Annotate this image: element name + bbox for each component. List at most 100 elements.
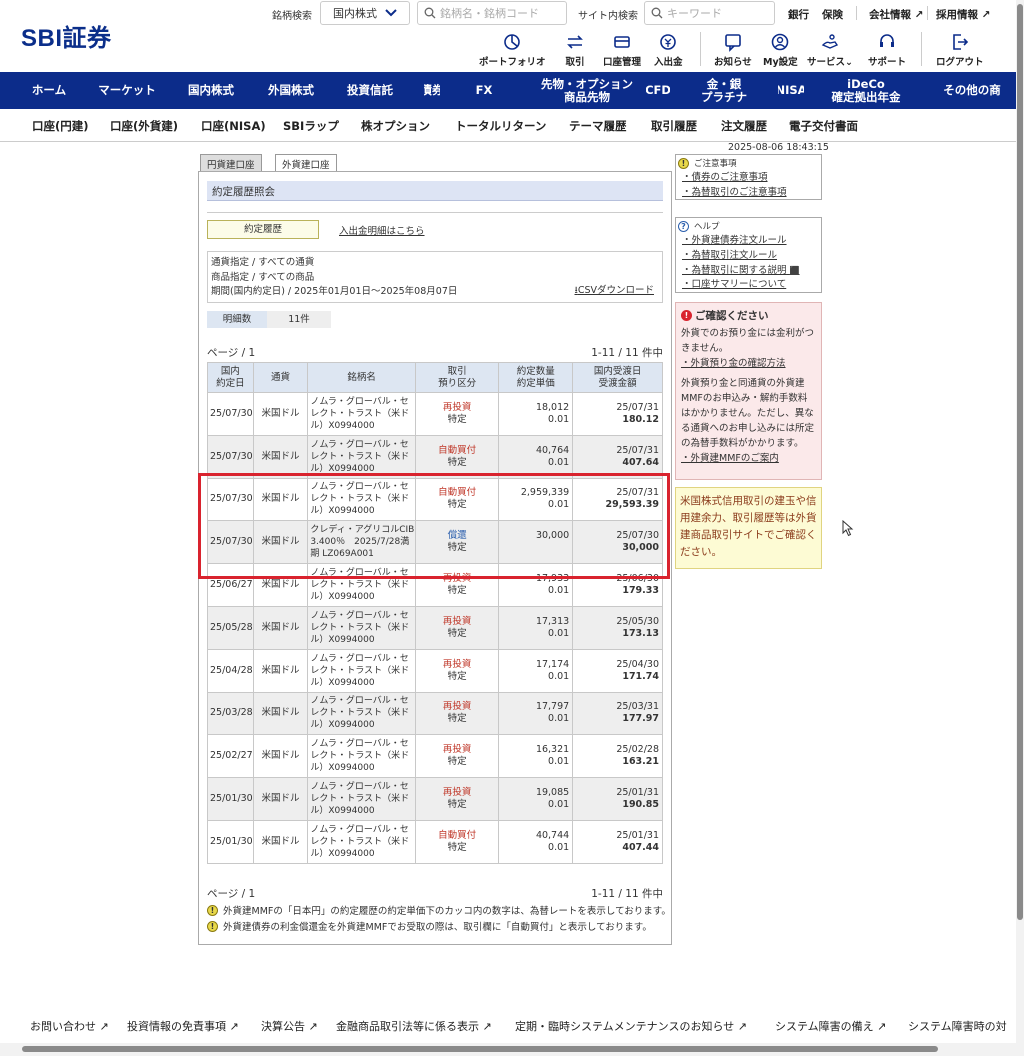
external-link-icon: ↗ [308,1020,318,1033]
subnav-account-jpy[interactable]: 口座(円建) [32,118,89,134]
subnav-e-documents[interactable]: 電子交付書面 [789,118,858,134]
gnav-bond[interactable]: 債券 [424,72,440,109]
settlement-date: 25/01/31 [616,829,659,841]
gnav-cfd[interactable]: CFD [646,72,670,109]
nav-my-settings[interactable]: My設定 [763,32,798,68]
nav-notice-label: お知らせ [714,57,752,68]
table-row: 25/05/28 米国ドル ノムラ・グローバル・セレクト・トラスト（米ドル）X099… [207,605,663,650]
trade-type: 再投資 [442,744,472,756]
help-link-fx-explanation[interactable]: ・為替取引に関する説明 ⬛ [676,264,821,279]
divider [207,212,663,213]
nav-support-label: サポート [868,57,907,68]
nav-notice[interactable]: お知らせ [714,32,752,68]
subnav-account-foreign[interactable]: 口座(外貨建) [110,118,178,134]
nav-portfolio-label: ポートフォリオ [479,57,546,68]
market-select[interactable]: 国内株式 [320,1,410,25]
gnav-investment-trust[interactable]: 投資信託 [316,72,424,109]
vertical-scrollbar-thumb[interactable] [1017,4,1023,920]
footer-link-outage[interactable]: システム障害時の対 [908,1018,1007,1034]
gnav-futures[interactable]: 先物・オプション 商品先物 [528,72,646,109]
confirm-link-mmf[interactable]: ・外貨建MMFのご案内 [676,451,821,466]
gnav-fx[interactable]: FX [440,72,528,109]
trade-icon [567,35,583,49]
cell-currency: 米国ドル [252,777,309,821]
footer-link-fiea[interactable]: 金融商品取引法等に係る表示 ↗ [336,1018,492,1034]
subnav-trade-history[interactable]: 取引履歴 [651,118,697,134]
stock-search-placeholder: 銘柄名・銘柄コード [440,7,539,20]
nav-trade[interactable]: 取引 [565,32,585,68]
footer-link-settlement[interactable]: 決算公告 ↗ [261,1018,318,1034]
confirm-link-check[interactable]: ・外貨預り金の確認方法 [676,356,821,371]
csv-download-link[interactable]: ⭳CSVダウンロード [575,284,655,299]
cell-currency: 米国ドル [252,605,309,650]
toplink-recruit[interactable]: 採用情報 ↗ [936,7,990,22]
horizontal-scrollbar-thumb[interactable] [22,1046,938,1052]
cell-trade-type: 再投資 特定 [414,734,500,779]
gnav-market[interactable]: マーケット [98,72,156,109]
caution-link-bond[interactable]: ・債券のご注意事項 [676,171,821,186]
footer-link-disclaimer[interactable]: 投資情報の免責事項 ↗ [127,1018,239,1034]
global-nav: ホーム マーケット 国内株式 外国株式 投資信託 債券 FX 先物・オプション … [0,72,1016,109]
subnav-total-return[interactable]: トータルリターン [455,118,546,134]
stock-search-input[interactable]: 銘柄名・銘柄コード [417,1,567,25]
nav-service[interactable]: サービス⌄ [807,32,853,68]
help-link-bond-rules-label: 外貨建債券注文ルール [691,235,787,246]
cell-qty-price: 40,764 0.01 [498,434,574,479]
trade-history-tab-button[interactable]: 約定履歴 [207,220,319,239]
site-search-input[interactable]: キーワード [644,1,775,25]
subnav-theme-history[interactable]: テーマ履歴 [569,118,627,134]
subnav-sbi-wrap[interactable]: SBIラップ [283,118,339,134]
portfolio-icon [504,34,521,50]
unit-price: 0.01 [548,585,570,597]
deposit-details-link[interactable]: 入出金明細はこちら [339,223,425,237]
cell-trade-date: 25/01/30 [207,777,254,821]
caution-link-fx[interactable]: ・為替取引のご注意事項 [676,186,821,201]
subnav-stock-option[interactable]: 株オプション [361,118,430,134]
gnav-domestic-stock[interactable]: 国内株式 [156,72,266,109]
gnav-home[interactable]: ホーム [0,72,98,109]
warning-icon: ! [678,157,689,169]
gnav-foreign-stock[interactable]: 外国株式 [266,72,316,109]
nav-deposit[interactable]: 入出金 [654,32,683,68]
cell-currency: 米国ドル [252,819,309,864]
nav-support[interactable]: サポート [868,32,906,68]
cell-trade-date: 25/05/28 [207,605,254,650]
footer-link-maintenance[interactable]: 定期・臨時システムメンテナンスのお知らせ ↗ [515,1018,747,1034]
gnav-ideco[interactable]: iDeCo 確定拠出年金 [804,72,928,109]
confirm-header: ! ご確認ください [676,303,821,326]
margin-notice: 米国株式信用取引の建玉や信用建余力、取引履歴等は外貨建商品取引サイトでご確認くだ… [675,487,822,569]
cell-settlement: 25/01/31 407.44 [572,819,663,864]
tab-jpy-account[interactable]: 円貨建口座 [200,154,262,171]
toplink-company[interactable]: 会社情報 ↗ [869,7,923,22]
note-item: ! 外貨建MMFの「日本円」の約定履歴の約定単価下のカッコ内の数字は、為替レートを… [207,903,671,917]
pager-page: ページ / 1 [207,347,256,359]
table-row: 25/02/27 米国ドル ノムラ・グローバル・セレクト・トラスト（米ドル）X099… [207,734,663,779]
subnav-order-history[interactable]: 注文履歴 [721,118,767,134]
help-link-fx-rules[interactable]: ・為替取引注文ルール [676,249,821,264]
footer-link-contact[interactable]: お問い合わせ ↗ [30,1018,109,1034]
cell-trade-type: 再投資 特定 [414,605,500,650]
nav-portfolio[interactable]: ポートフォリオ [479,32,546,68]
settlement-amount: 190.85 [622,799,659,811]
settlement-amount: 171.74 [622,670,659,682]
pager-page: ページ / 1 [207,888,256,900]
toplink-insurance[interactable]: 保険 [822,7,843,22]
unit-price: 0.01 [548,799,570,811]
gnav-nisa[interactable]: NISA [778,72,804,109]
gnav-other[interactable]: その他の商 [928,72,1016,109]
confirm-title: ご確認ください [695,310,769,322]
subnav-account-nisa[interactable]: 口座(NISA) [201,118,266,134]
nav-account[interactable]: 口座管理 [603,32,641,68]
footer-link-outage-prep[interactable]: システム障害の備え ↗ [775,1018,886,1034]
settlement-amount: 407.64 [622,456,659,468]
tab-foreign-account[interactable]: 外貨建口座 [275,154,337,171]
nav-logout[interactable]: ログアウト [936,32,984,68]
cell-settlement: 25/02/28 163.21 [572,734,663,779]
help-link-bond-rules[interactable]: ・外貨建債券注文ルール [676,234,821,249]
confirm-link-check-label: 外貨預り金の確認方法 [690,358,786,369]
toplink-bank[interactable]: 銀行 [788,7,809,22]
gnav-gold[interactable]: 金・銀 プラチナ [670,72,778,109]
notice-icon [725,34,741,52]
help-link-account-summary[interactable]: ・口座サマリーについて [676,278,821,293]
sbi-logo[interactable]: SBI証券 [21,18,112,53]
